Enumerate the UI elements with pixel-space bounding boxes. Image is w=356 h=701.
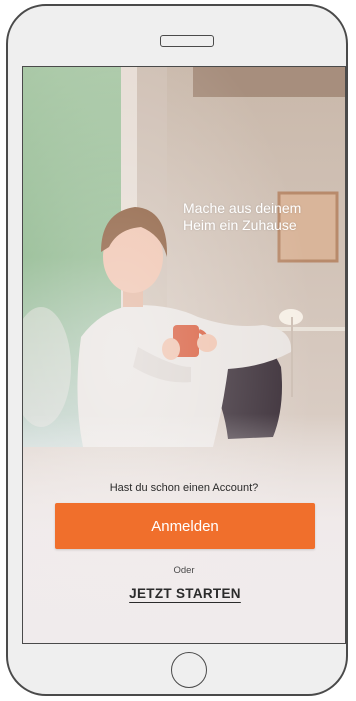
login-button[interactable]: Anmelden [55, 503, 315, 549]
start-now-link[interactable]: JETZT STARTEN [125, 586, 245, 601]
speaker-icon [160, 35, 214, 47]
hero-photo [23, 67, 345, 643]
app-screen: Mache aus deinem Heim ein Zuhause Hast d… [22, 66, 346, 644]
account-question: Hast du schon einen Account? [109, 482, 259, 494]
hero-tagline: Mache aus deinem Heim ein Zuhause [183, 200, 333, 234]
tagline-line-1: Mache aus deinem [183, 200, 302, 216]
or-divider-label: Oder [173, 565, 195, 576]
tagline-line-2: Heim ein Zuhause [183, 217, 297, 233]
home-button[interactable] [171, 652, 207, 688]
